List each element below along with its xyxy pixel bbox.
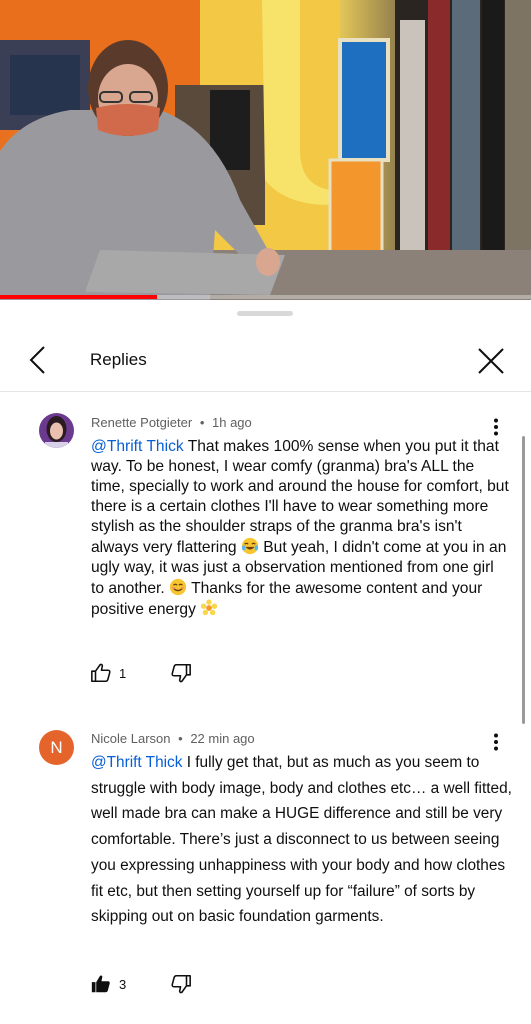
blossom-emoji xyxy=(201,599,218,616)
dislike-button[interactable] xyxy=(170,973,194,997)
comment-author[interactable]: Renette Potgieter xyxy=(91,415,192,430)
thumbs-down-icon xyxy=(171,974,191,994)
smiling-face-emoji xyxy=(169,578,187,596)
video-player[interactable] xyxy=(0,0,531,300)
close-icon xyxy=(478,348,504,374)
dislike-button[interactable] xyxy=(170,662,194,686)
comment-text-part: I fully get that, but as much as you see… xyxy=(91,754,512,926)
comment-menu-button[interactable] xyxy=(484,415,508,439)
more-vertical-icon xyxy=(494,733,498,751)
avatar[interactable] xyxy=(39,413,74,448)
comment-meta: Renette Potgieter • 1h ago xyxy=(91,415,252,430)
comment-text: @Thrift Thick I fully get that, but as m… xyxy=(91,750,516,930)
mention-link[interactable]: @Thrift Thick xyxy=(91,754,182,771)
more-vertical-icon xyxy=(494,418,498,436)
comment-author[interactable]: Nicole Larson xyxy=(91,731,171,746)
like-count: 3 xyxy=(119,977,127,992)
comment-time: 22 min ago xyxy=(190,731,255,746)
video-progress-fill xyxy=(0,295,158,299)
thumbs-up-icon xyxy=(91,663,111,683)
video-frame xyxy=(0,0,531,300)
meta-separator: • xyxy=(178,731,183,746)
comment-meta: Nicole Larson • 22 min ago xyxy=(91,731,255,746)
video-progress-bar[interactable] xyxy=(0,295,531,299)
meta-separator: • xyxy=(199,415,205,430)
avatar[interactable]: N xyxy=(39,730,74,765)
thumbs-up-filled-icon xyxy=(91,975,110,993)
drag-handle[interactable] xyxy=(237,311,293,316)
like-count: 1 xyxy=(119,666,127,681)
comment-time: 1h ago xyxy=(212,415,252,430)
like-button[interactable] xyxy=(90,662,114,686)
like-button[interactable] xyxy=(90,973,114,997)
avatar-letter: N xyxy=(50,737,63,757)
chevron-left-icon xyxy=(29,346,45,374)
page-title: Replies xyxy=(90,350,147,369)
replies-header: Replies xyxy=(0,324,531,392)
comment-text: @Thrift Thick That makes 100% sense when… xyxy=(91,437,511,620)
close-button[interactable] xyxy=(472,342,510,380)
scrollbar[interactable] xyxy=(522,436,525,724)
back-button[interactable] xyxy=(20,342,56,378)
app-root: Replies Renette Potgieter • 1h ago @Thri… xyxy=(0,0,531,1024)
tears-of-joy-emoji xyxy=(241,537,259,555)
user-photo-avatar xyxy=(39,413,74,448)
mention-link[interactable]: @Thrift Thick xyxy=(91,438,184,455)
thumbs-down-icon xyxy=(171,663,191,683)
